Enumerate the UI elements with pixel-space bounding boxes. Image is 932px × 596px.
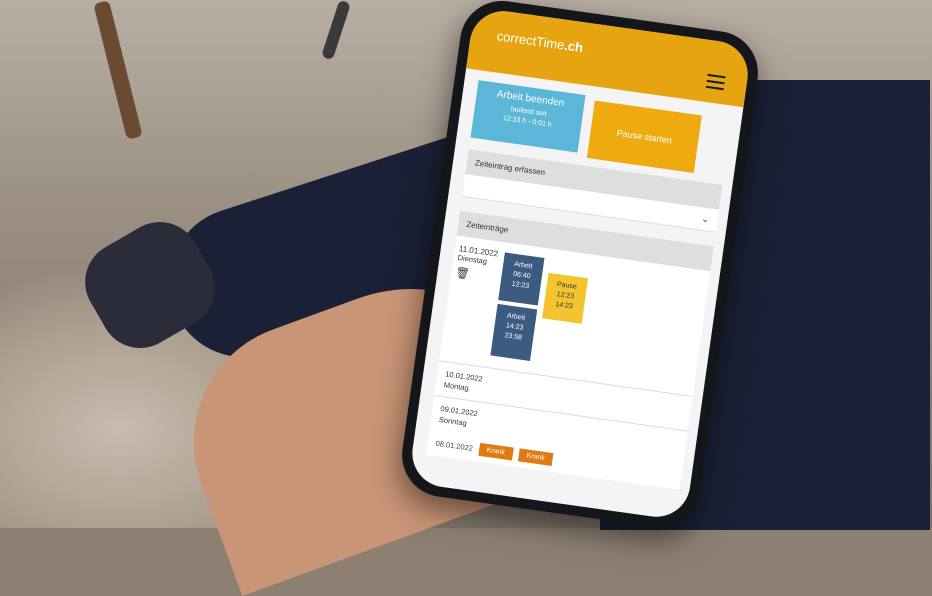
time-blocks: Arbeit 06:40 12:23 Pause 12:23 14:23 Arb…: [490, 250, 615, 376]
chevron-down-icon: ⌄: [700, 212, 711, 226]
sick-badge[interactable]: Krank: [477, 442, 514, 461]
pause-block[interactable]: Pause 12:23 14:23: [542, 272, 589, 324]
trash-icon[interactable]: 🗑: [455, 266, 502, 285]
day-date: 08.01.2022: [435, 438, 474, 453]
menu-icon[interactable]: [705, 73, 726, 91]
phone-screen: correctTime.ch Arbeit beenden laufend se…: [407, 6, 753, 522]
sick-badge[interactable]: Krank: [517, 448, 554, 467]
work-block[interactable]: Arbeit 06:40 12:23: [498, 252, 545, 306]
end-work-button[interactable]: Arbeit beenden laufend seit 12:33 h - 0:…: [470, 80, 586, 153]
entries-list: Zeiteinträge 11.01.2022 Dienstag 🗑 Arbei…: [425, 210, 714, 491]
work-block[interactable]: Arbeit 14:23 23:58: [490, 303, 538, 361]
main-content: Arbeit beenden laufend seit 12:33 h - 0:…: [412, 68, 743, 491]
brand-logo: correctTime.ch: [496, 28, 584, 55]
brand-suffix: .ch: [563, 37, 585, 56]
start-pause-button[interactable]: Pause starten: [586, 100, 702, 173]
brand-name: correctTime: [495, 28, 566, 53]
